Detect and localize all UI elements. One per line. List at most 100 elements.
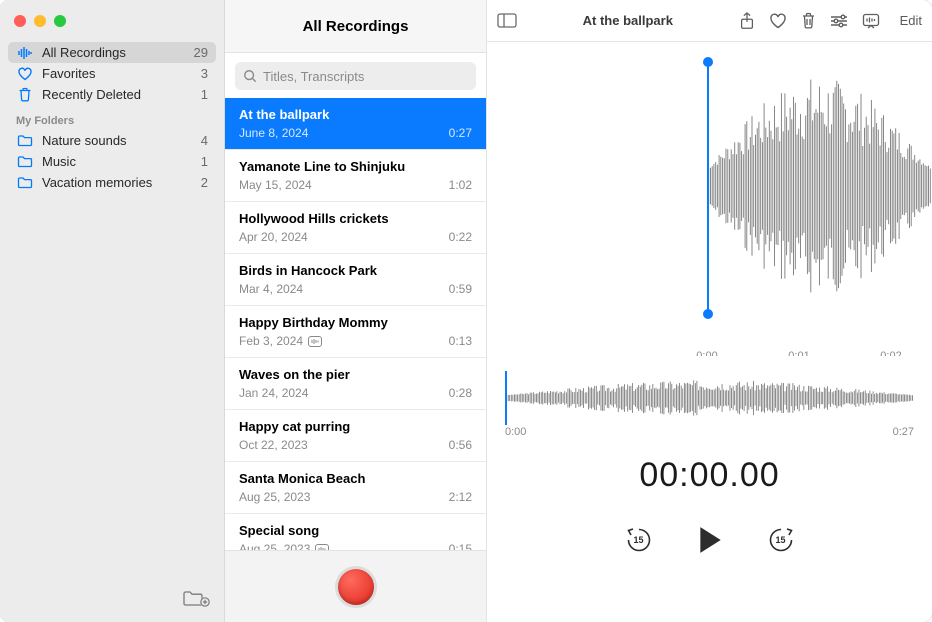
recording-date: Jan 24, 2024 bbox=[239, 386, 308, 400]
recording-title: Waves on the pier bbox=[239, 367, 472, 382]
recording-date: Aug 25, 2023 bbox=[239, 490, 310, 504]
toolbar: At the ballpark Edit bbox=[487, 0, 932, 42]
recording-duration: 0:56 bbox=[449, 438, 472, 452]
folder-icon bbox=[16, 134, 34, 147]
recording-duration: 1:02 bbox=[449, 178, 472, 192]
sidebar-item-count: 29 bbox=[194, 45, 208, 60]
sidebar-item-count: 2 bbox=[201, 175, 208, 190]
waveform-icon bbox=[16, 46, 34, 60]
app-window: All Recordings 29Favorites 3 Recently Delet… bbox=[0, 0, 932, 622]
waveform-overview bbox=[707, 66, 932, 306]
recording-item[interactable]: Hollywood Hills crickets Apr 20, 2024 0:22 bbox=[225, 202, 486, 254]
overview-waveform[interactable]: 0:00 0:01 0:02 bbox=[487, 56, 932, 356]
sidebar-item-label: Nature sounds bbox=[42, 133, 193, 148]
sidebar-item-label: Vacation memories bbox=[42, 175, 193, 190]
sidebar-item-all-recordings[interactable]: All Recordings 29 bbox=[8, 42, 216, 63]
list-title: All Recordings bbox=[225, 0, 486, 53]
recording-title: At the ballpark bbox=[521, 13, 735, 28]
sidebar-folder-music[interactable]: Music 1 bbox=[8, 151, 216, 172]
recording-title: Birds in Hancock Park bbox=[239, 263, 472, 278]
folder-icon bbox=[16, 176, 34, 189]
sidebar-item-label: Music bbox=[42, 154, 193, 169]
close-window-button[interactable] bbox=[14, 15, 26, 27]
recording-date: June 8, 2024 bbox=[239, 126, 308, 140]
recording-title: Special song bbox=[239, 523, 472, 538]
recording-item[interactable]: Santa Monica BeachAug 25, 20232:12 bbox=[225, 462, 486, 514]
sidebar-item-count: 3 bbox=[201, 66, 208, 81]
recording-list-panel: All Recordings Titles, Transcripts At th… bbox=[225, 0, 487, 622]
recording-duration: 0:15 bbox=[449, 542, 472, 550]
minimize-window-button[interactable] bbox=[34, 15, 46, 27]
sidebar-item-count: 4 bbox=[201, 133, 208, 148]
sidebar: All Recordings 29Favorites 3 Recently Delet… bbox=[0, 0, 225, 622]
toggle-sidebar-button[interactable] bbox=[497, 13, 517, 28]
recording-duration: 0:59 bbox=[449, 282, 472, 296]
skip-back-button[interactable]: 15 bbox=[624, 525, 654, 555]
search-placeholder: Titles, Transcripts bbox=[263, 69, 364, 84]
time-tick: 0:02 bbox=[880, 350, 901, 356]
share-button[interactable] bbox=[739, 12, 755, 30]
search-icon bbox=[243, 69, 257, 83]
recording-item[interactable]: Birds in Hancock Park Mar 4, 2024 0:59 bbox=[225, 254, 486, 306]
search-input[interactable]: Titles, Transcripts bbox=[235, 62, 476, 90]
recording-duration: 0:13 bbox=[449, 334, 472, 348]
new-folder-button[interactable] bbox=[182, 589, 210, 612]
detail-time-start: 0:00 bbox=[505, 426, 526, 438]
sidebar-item-count: 1 bbox=[201, 87, 208, 102]
window-controls bbox=[0, 0, 224, 42]
zoom-window-button[interactable] bbox=[54, 15, 66, 27]
detail-time-end: 0:27 bbox=[893, 426, 914, 438]
sidebar-item-recently-deleted[interactable]: Recently Deleted 1 bbox=[8, 84, 216, 105]
edit-button[interactable]: Edit bbox=[900, 13, 922, 28]
recording-date: Apr 20, 2024 bbox=[239, 230, 308, 244]
sidebar-item-label: Favorites bbox=[42, 66, 193, 81]
recording-title: Happy Birthday Mommy bbox=[239, 315, 472, 330]
trim-handle-start[interactable] bbox=[707, 62, 709, 314]
playhead[interactable] bbox=[505, 371, 507, 425]
sidebar-item-label: Recently Deleted bbox=[42, 87, 193, 102]
folder-icon bbox=[16, 155, 34, 168]
detail-panel: At the ballpark Edit bbox=[487, 0, 932, 622]
skip-forward-button[interactable]: 15 bbox=[766, 525, 796, 555]
sidebar-item-label: All Recordings bbox=[42, 45, 186, 60]
play-button[interactable] bbox=[696, 525, 724, 555]
recording-title: Yamanote Line to Shinjuku bbox=[239, 159, 472, 174]
recording-duration: 0:27 bbox=[449, 126, 472, 140]
recording-date: May 15, 2024 bbox=[239, 178, 312, 192]
heart-icon bbox=[16, 67, 34, 81]
recording-item[interactable]: Waves on the pier Jan 24, 2024 0:28 bbox=[225, 358, 486, 410]
playback-controls: 15 15 bbox=[487, 505, 932, 575]
sidebar-item-favorites[interactable]: Favorites 3 bbox=[8, 63, 216, 84]
recording-date: Aug 25, 2023 bbox=[239, 542, 310, 550]
recording-title: At the ballpark bbox=[239, 107, 472, 122]
recording-item[interactable]: Special song Aug 25, 2023 0:15 bbox=[225, 514, 486, 550]
sidebar-group-label: My Folders bbox=[8, 105, 216, 130]
recording-item[interactable]: Happy cat purring Oct 22, 2023 0:56 bbox=[225, 410, 486, 462]
recording-item[interactable]: Happy Birthday Mommy Feb 3, 2024 0:13 bbox=[225, 306, 486, 358]
recording-item[interactable]: Yamanote Line to Shinjuku May 15, 2024 1:0… bbox=[225, 150, 486, 202]
recording-date: Oct 22, 2023 bbox=[239, 438, 308, 452]
time-tick: 0:01 bbox=[788, 350, 809, 356]
record-button[interactable] bbox=[335, 566, 377, 608]
recording-date: Mar 4, 2024 bbox=[239, 282, 303, 296]
options-button[interactable] bbox=[830, 14, 848, 28]
recording-item[interactable]: At the ballpark June 8, 2024 0:27 bbox=[225, 98, 486, 150]
sidebar-item-count: 1 bbox=[201, 154, 208, 169]
recording-title: Hollywood Hills crickets bbox=[239, 211, 472, 226]
delete-button[interactable] bbox=[801, 12, 816, 29]
transcript-icon bbox=[308, 336, 322, 347]
time-tick: 0:00 bbox=[696, 350, 717, 356]
recording-duration: 0:22 bbox=[449, 230, 472, 244]
trash-icon bbox=[16, 87, 34, 102]
sidebar-folder-vacation-memories[interactable]: Vacation memories 2 bbox=[8, 172, 216, 193]
detail-waveform[interactable] bbox=[505, 374, 914, 422]
recording-date: Feb 3, 2024 bbox=[239, 334, 303, 348]
recording-duration: 2:12 bbox=[449, 490, 472, 504]
waveform-detail bbox=[505, 374, 914, 422]
recording-duration: 0:28 bbox=[449, 386, 472, 400]
favorite-button[interactable] bbox=[769, 13, 787, 29]
current-time: 00:00.00 bbox=[487, 456, 932, 495]
recording-title: Happy cat purring bbox=[239, 419, 472, 434]
sidebar-folder-nature-sounds[interactable]: Nature sounds 4 bbox=[8, 130, 216, 151]
transcript-button[interactable] bbox=[862, 13, 880, 29]
